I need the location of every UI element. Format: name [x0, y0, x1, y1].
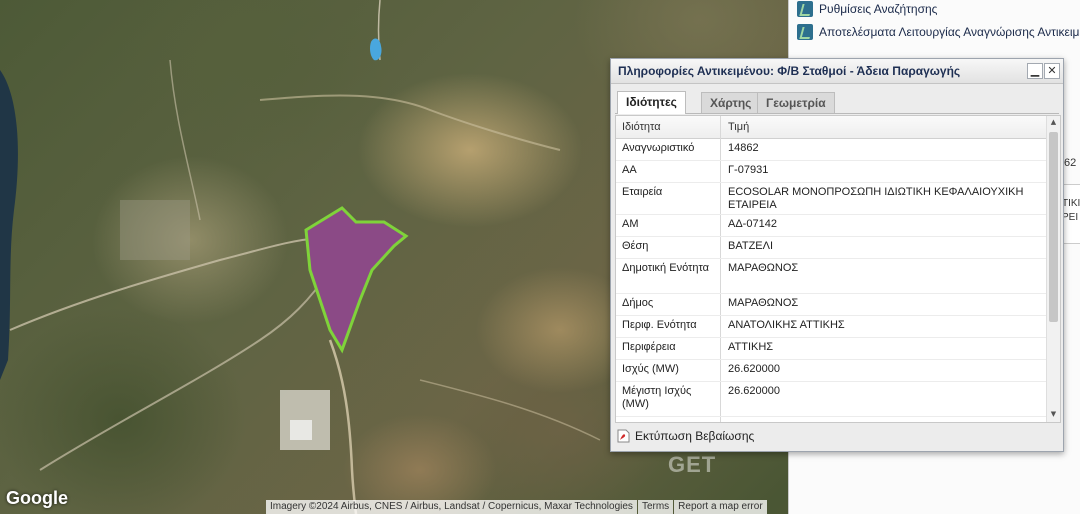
side-item-label: Αποτελέσματα Λειτουργίας Αναγνώρισης Αντ…: [819, 25, 1080, 39]
window-title: Πληροφορίες Αντικειμένου: Φ/Β Σταθμοί - …: [618, 64, 961, 78]
identify-results-icon: [797, 24, 813, 40]
map-watermark: GET: [668, 452, 717, 477]
property-name: Εταιρεία: [622, 186, 663, 198]
property-value: 26.620000: [728, 385, 780, 397]
property-value: ΑΝΑΤΟΛΙΚΗΣ ΑΤΤΙΚΗΣ: [728, 319, 845, 331]
window-titlebar[interactable]: Πληροφορίες Αντικειμένου: Φ/Β Σταθμοί - …: [611, 59, 1063, 84]
table-row[interactable]: ΑΜ ΑΔ-07142: [616, 215, 1046, 237]
fragment-text: ΡΕΙ: [1062, 212, 1079, 223]
property-name: Περιφ. Ενότητα: [622, 319, 697, 331]
print-certificate-button[interactable]: Εκτύπωση Βεβαίωσης: [617, 427, 754, 445]
table-row[interactable]: Περιφ. Ενότητα ΑΝΑΤΟΛΙΚΗΣ ΑΤΤΙΚΗΣ: [616, 316, 1046, 338]
scroll-down-icon[interactable]: ▼: [1047, 410, 1060, 420]
google-logo: Google: [6, 488, 68, 508]
feature-info-window: Πληροφορίες Αντικειμένου: Φ/Β Σταθμοί - …: [610, 58, 1064, 452]
imagery-credit: Imagery ©2024 Airbus, CNES / Airbus, Lan…: [266, 500, 637, 514]
map-attribution: Imagery ©2024 Airbus, CNES / Airbus, Lan…: [265, 500, 767, 514]
property-name: Ισχύς (MW): [622, 363, 679, 375]
properties-grid: Ιδιότητα Τιμή Αναγνωριστικό 14862 ΑΑ Γ-0793…: [615, 115, 1061, 423]
table-row[interactable]: Δημοτική Ενότητα ΜΑΡΑΘΩΝΟΣ: [616, 259, 1046, 294]
pdf-icon: [617, 429, 630, 443]
table-row[interactable]: Αναγνωριστικό 14862: [616, 139, 1046, 161]
property-name: Αναγνωριστικό: [622, 142, 695, 154]
parcel-polygon[interactable]: [304, 206, 409, 354]
scroll-up-icon[interactable]: ▲: [1047, 118, 1060, 128]
property-value: Γ-07931: [728, 164, 769, 176]
property-value: 14862: [728, 142, 759, 154]
table-row[interactable]: Εταιρεία ECOSOLAR ΜΟΝΟΠΡΟΣΩΠΗ ΙΔΙΩΤΙΚΗ ΚΕ…: [616, 183, 1046, 215]
property-value: ECOSOLAR ΜΟΝΟΠΡΟΣΩΠΗ ΙΔΙΩΤΙΚΗ ΚΕΦΑΛΑΙΟΥΧ…: [728, 186, 1024, 211]
table-row[interactable]: Δήμος ΜΑΡΑΘΩΝΟΣ: [616, 294, 1046, 316]
table-row[interactable]: Περιφέρεια ΑΤΤΙΚΗΣ: [616, 338, 1046, 360]
report-map-error-link[interactable]: Report a map error: [674, 500, 767, 514]
search-settings-icon: [797, 1, 813, 17]
window-tabs: Ιδιότητες Χάρτης Γεωμετρία: [615, 91, 1059, 114]
grid-scrollbar[interactable]: ▲ ▼: [1046, 116, 1060, 422]
property-name: ΑΜ: [622, 218, 639, 230]
table-row[interactable]: Ισχύς (MW) 26.620000: [616, 360, 1046, 382]
table-row[interactable]: ΑΑ Γ-07931: [616, 161, 1046, 183]
property-name: Δημοτική Ενότητα: [622, 262, 710, 274]
property-value: ΑΔ-07142: [728, 218, 777, 230]
tab-properties[interactable]: Ιδιότητες: [617, 91, 686, 114]
window-footer: Εκτύπωση Βεβαίωσης: [615, 425, 1059, 447]
property-value: ΜΑΡΑΘΩΝΟΣ: [728, 297, 799, 309]
column-header-value[interactable]: Τιμή: [728, 121, 749, 133]
property-value: ΑΤΤΙΚΗΣ: [728, 341, 774, 353]
table-row[interactable]: Μέγιστη Ισχύς (MW) 26.620000: [616, 382, 1046, 417]
tab-map[interactable]: Χάρτης: [701, 92, 761, 113]
property-value: ΜΑΡΑΘΩΝΟΣ: [728, 262, 799, 274]
table-row[interactable]: Θέση ΒΑΤΖΕΛΙ: [616, 237, 1046, 259]
grid-header: Ιδιότητα Τιμή: [616, 116, 1046, 139]
scroll-thumb[interactable]: [1049, 132, 1058, 322]
print-certificate-label: Εκτύπωση Βεβαίωσης: [635, 429, 755, 443]
side-item-label: Ρυθμίσεις Αναζήτησης: [819, 2, 938, 16]
property-name: ΑΑ: [622, 164, 637, 176]
column-header-property[interactable]: Ιδιότητα: [622, 121, 661, 133]
side-item-search-settings[interactable]: Ρυθμίσεις Αναζήτησης: [797, 0, 937, 20]
terms-link[interactable]: Terms: [637, 500, 674, 514]
property-name: Περιφέρεια: [622, 341, 676, 353]
minimize-button[interactable]: ▁: [1027, 63, 1043, 79]
tab-geometry[interactable]: Γεωμετρία: [757, 92, 835, 113]
grid-rows: Αναγνωριστικό 14862 ΑΑ Γ-07931 Εταιρεία ECOSO…: [616, 139, 1046, 417]
fragment-text: 62: [1064, 157, 1077, 169]
property-name: Δήμος: [622, 297, 654, 309]
property-name: Μέγιστη Ισχύς (MW): [622, 385, 692, 410]
property-name: Θέση: [622, 240, 649, 252]
property-value: 26.620000: [728, 363, 780, 375]
side-item-identify-results[interactable]: Αποτελέσματα Λειτουργίας Αναγνώρισης Αντ…: [797, 21, 1080, 43]
close-button[interactable]: ✕: [1044, 63, 1060, 79]
fragment-text: ΤΙΚΙ: [1062, 198, 1080, 209]
property-value: ΒΑΤΖΕΛΙ: [728, 240, 774, 252]
